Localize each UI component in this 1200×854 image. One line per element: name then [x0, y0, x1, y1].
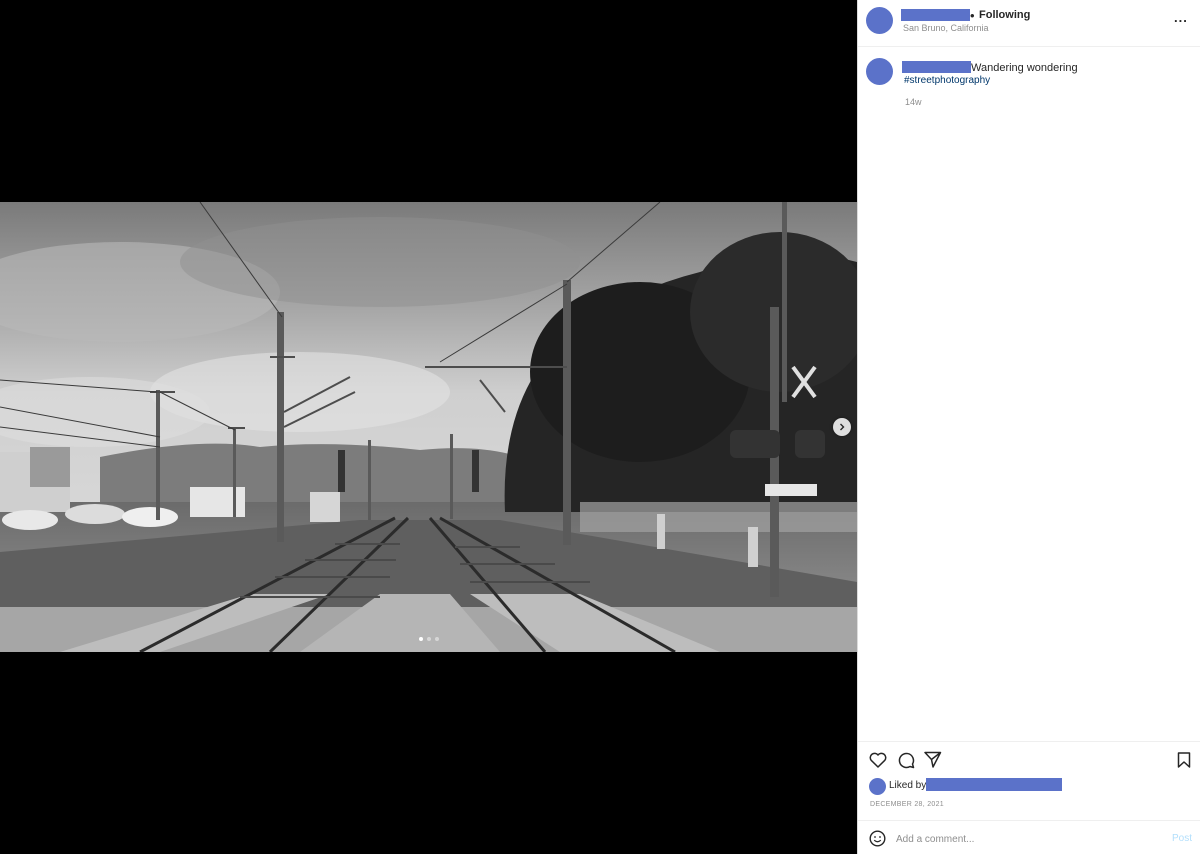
comment-icon[interactable]	[897, 751, 915, 769]
bookmark-icon[interactable]	[1177, 752, 1191, 768]
post-location[interactable]: San Bruno, California	[903, 23, 989, 33]
caption-username-redacted[interactable]	[902, 61, 971, 73]
author-avatar[interactable]	[866, 7, 893, 34]
carousel-next-button[interactable]	[833, 418, 851, 436]
chevron-right-icon	[840, 423, 845, 431]
post-modal: • Following San Bruno, California ... Wa…	[0, 0, 1200, 854]
hashtag-link[interactable]: #streetphotography	[904, 75, 990, 86]
action-bar	[858, 741, 1200, 769]
author-username-redacted[interactable]	[901, 9, 970, 21]
post-comment-button[interactable]: Post	[1172, 833, 1192, 844]
post-age: 14w	[905, 97, 922, 107]
emoji-icon[interactable]	[869, 830, 886, 847]
post-header: • Following San Bruno, California ...	[858, 0, 1200, 47]
comment-bar: Post	[858, 820, 1200, 854]
carousel-indicator	[0, 637, 857, 641]
liker-avatar[interactable]	[869, 778, 886, 795]
caption-text: Wandering wondering	[971, 62, 1078, 74]
more-options-button[interactable]: ...	[1174, 10, 1188, 25]
liker-username-redacted[interactable]	[926, 778, 1062, 791]
comment-input[interactable]	[896, 831, 1156, 847]
heart-icon[interactable]	[869, 752, 887, 768]
post-photo[interactable]	[0, 202, 857, 652]
media-area	[0, 0, 857, 854]
carousel-dot-1	[418, 637, 423, 641]
post-date: DECEMBER 28, 2021	[870, 801, 944, 808]
carousel-dot-3	[434, 637, 439, 641]
liked-by-label: Liked by	[889, 780, 927, 791]
caption-author-avatar[interactable]	[866, 58, 893, 85]
post-details-panel: • Following San Bruno, California ... Wa…	[857, 0, 1200, 854]
following-button[interactable]: Following	[979, 9, 1030, 21]
carousel-dot-2	[426, 637, 431, 641]
header-separator: •	[970, 8, 975, 23]
share-icon[interactable]	[924, 751, 942, 768]
